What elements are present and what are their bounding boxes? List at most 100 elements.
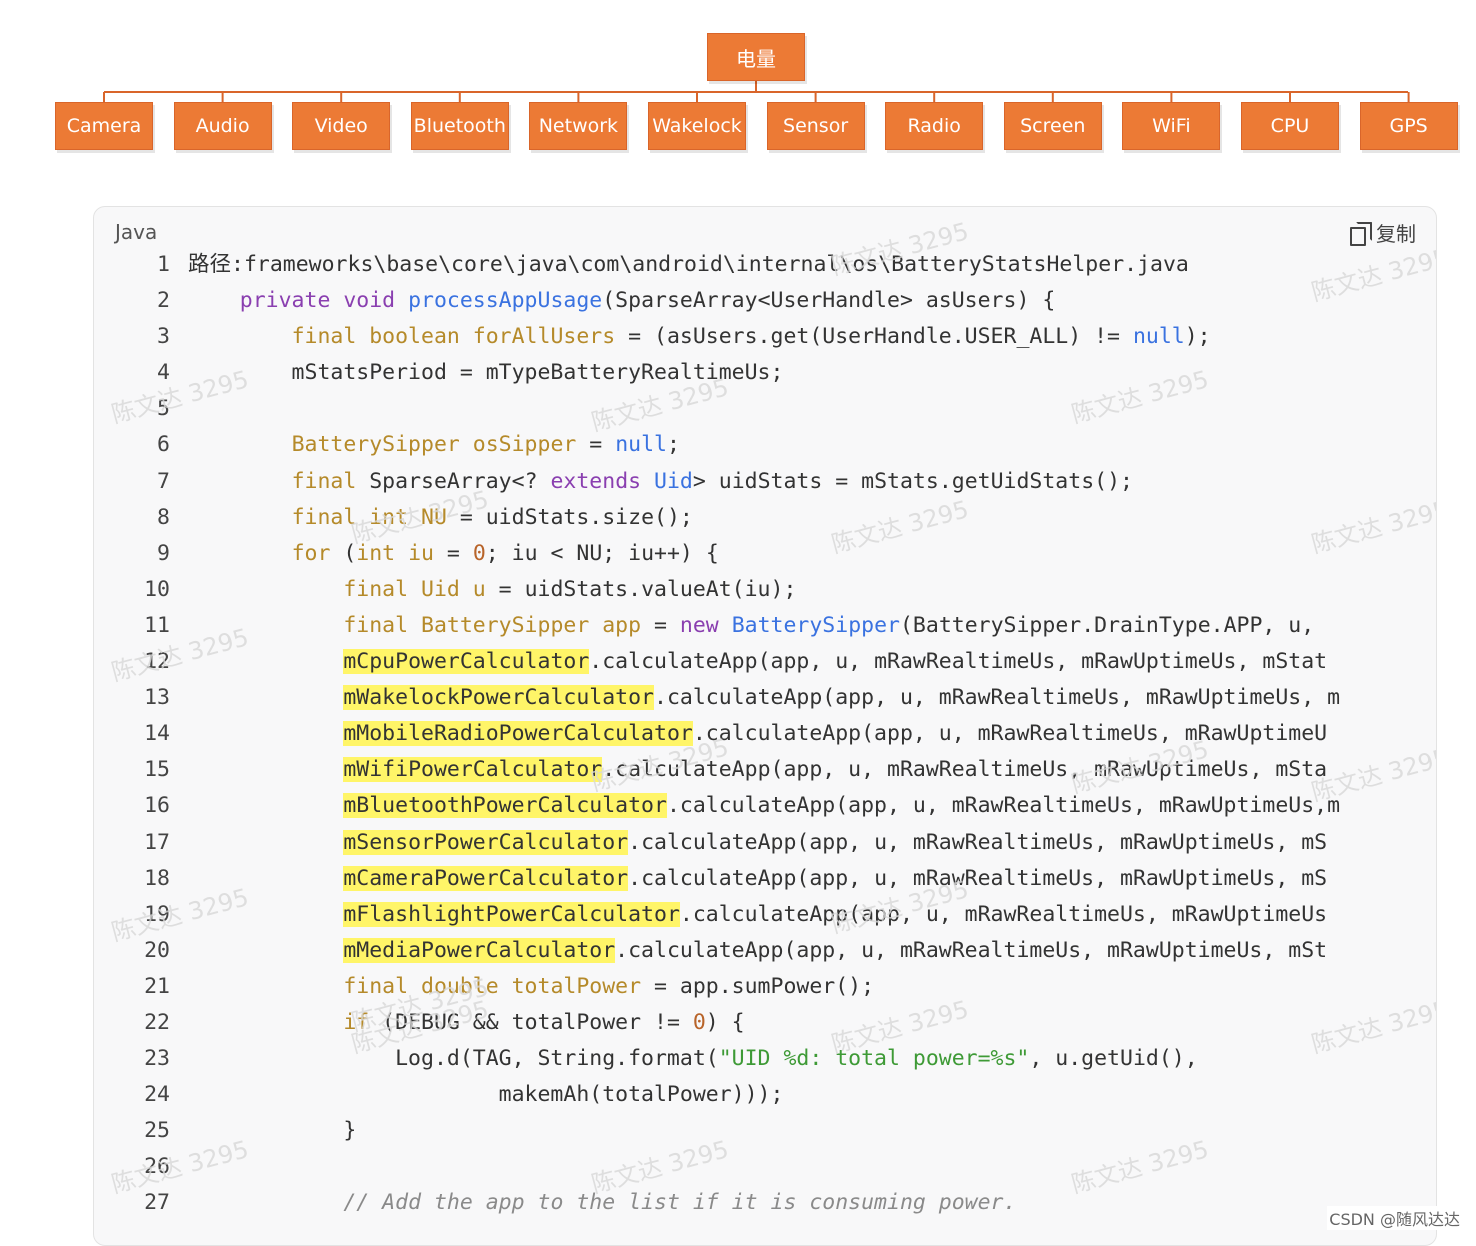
code-token: Uid [654, 468, 693, 494]
diagram-node-video: Video [292, 102, 391, 150]
diagram-node-wifi: WiFi [1122, 102, 1221, 150]
code-token: .calculateApp(app, u, mRawRealtimeUs, mR… [589, 649, 1328, 675]
line-source: mBluetoothPowerCalculator.calculateApp(a… [188, 788, 1406, 824]
line-number: 26 [144, 1154, 170, 1180]
code-token: = uidStats.size(); [446, 504, 693, 530]
line-source: for (int iu = 0; iu < NU; iu++) { [188, 536, 1406, 572]
line-number: 27 [144, 1190, 170, 1216]
line-source: mWifiPowerCalculator.calculateApp(app, u… [188, 752, 1406, 788]
code-token: mWakelockPowerCalculator [343, 685, 655, 711]
code-token: SparseArray<? [356, 468, 551, 494]
code-token: final boolean forAllUsers [291, 324, 616, 350]
line-source: final int NU = uidStats.size(); [188, 500, 1406, 536]
code-token: mFlashlightPowerCalculator [343, 901, 680, 927]
code-token: (SparseArray<UserHandle> asUsers) { [602, 288, 1056, 314]
diagram-node-radio: Radio [885, 102, 984, 150]
line-source: mCpuPowerCalculator.calculateApp(app, u,… [188, 644, 1406, 680]
line-number: 16 [144, 793, 170, 819]
line-number: 8 [157, 504, 170, 530]
code-line: 5 [94, 391, 1406, 427]
code-token: null [615, 432, 667, 458]
code-token: final double totalPower [343, 973, 642, 999]
code-line: 1 路径:frameworks\base\core\java\com\androi… [94, 247, 1406, 283]
line-source: final BatterySipper app = new BatterySip… [188, 608, 1406, 644]
code-token: processAppUsage [408, 288, 603, 314]
code-block: Java 复制 1 路径:frameworks\base\core\java\co… [93, 206, 1437, 1246]
code-token: mStatsPeriod = mTypeBatteryRealtimeUs; [188, 360, 784, 386]
code-token: final [291, 468, 357, 494]
power-category-diagram: 电量 Camera Audio Video Bluetooth Network Wakel… [0, 0, 1476, 180]
code-token: null [1132, 324, 1185, 350]
code-token: Log.d(TAG, String.format( [188, 1046, 719, 1072]
code-line: 16 mBluetoothPowerCalculator.calculateAp… [94, 788, 1406, 824]
code-token: 0 [692, 1009, 706, 1035]
diagram-node-sensor: Sensor [766, 102, 865, 150]
line-source: // Add the app to the list if it is cons… [188, 1185, 1406, 1221]
code-line: 17 mSensorPowerCalculator.calculateApp(a… [94, 825, 1406, 861]
code-token: for [291, 540, 331, 566]
code-token: = [576, 432, 616, 458]
code-token: = [433, 540, 473, 566]
code-token: } [188, 1118, 357, 1144]
code-token: 路径:frameworks\base\core\java\com\android… [188, 252, 1189, 277]
code-line: 11 final BatterySipper app = new Battery… [94, 608, 1406, 644]
code-token: private void [239, 288, 409, 314]
code-token: = [641, 612, 680, 638]
code-token: .calculateApp(app, u, mRawRealtimeUs, mR… [692, 721, 1328, 747]
code-token: .calculateApp(app, u, mRawRealtimeUs, mR… [602, 757, 1328, 783]
diagram-node-bluetooth: Bluetooth [410, 102, 509, 150]
line-source: Log.d(TAG, String.format("UID %d: total … [188, 1041, 1406, 1077]
code-token: .calculateApp(app, u, mRawRealtimeUs, mR… [679, 901, 1328, 927]
code-token: = uidStats.valueAt(iu); [485, 576, 797, 602]
code-line: 27 // Add the app to the list if it is c… [94, 1185, 1406, 1221]
code-token: final BatterySipper app [343, 612, 642, 638]
diagram-node-network: Network [529, 102, 628, 150]
line-source: final boolean forAllUsers = (asUsers.get… [188, 319, 1406, 355]
footer-attribution: CSDN @随风达达 [1327, 1206, 1462, 1230]
code-line: 4 mStatsPeriod = mTypeBatteryRealtimeUs; [94, 355, 1406, 391]
code-token: // Add the app to the list if it is cons… [343, 1190, 1017, 1216]
code-line: 12 mCpuPowerCalculator.calculateApp(app,… [94, 644, 1406, 680]
line-number: 20 [144, 937, 170, 963]
code-lines: 1 路径:frameworks\base\core\java\com\androi… [94, 247, 1406, 1222]
line-source: mMobileRadioPowerCalculator.calculateApp… [188, 716, 1406, 752]
line-number: 14 [144, 721, 170, 747]
code-line: 24 makemAh(totalPower))); [94, 1077, 1406, 1113]
code-token: int iu [356, 540, 434, 566]
copy-button[interactable]: 复制 [1350, 218, 1416, 247]
line-source: makemAh(totalPower))); [188, 1077, 1406, 1113]
line-number: 2 [157, 288, 170, 314]
code-token: .calculateApp(app, u, mRawRealtimeUs, mR… [654, 685, 1341, 711]
line-number: 5 [157, 396, 170, 422]
code-line: 3 final boolean forAllUsers = (asUsers.g… [94, 319, 1406, 355]
line-number: 22 [144, 1009, 170, 1035]
line-number: 17 [144, 829, 170, 855]
code-token: "UID %d: total power=%s" [718, 1046, 1030, 1072]
code-line: 2 private void processAppUsage(SparseArr… [94, 283, 1406, 319]
code-token: new [679, 612, 719, 638]
line-source: mSensorPowerCalculator.calculateApp(app,… [188, 825, 1406, 861]
line-source: mMediaPowerCalculator.calculateApp(app, … [188, 933, 1406, 969]
code-token: extends [550, 468, 642, 494]
diagram-node-camera: Camera [55, 102, 153, 150]
code-token: .calculateApp(app, u, mRawRealtimeUs, mR… [628, 865, 1328, 891]
line-source: final double totalPower = app.sumPower()… [188, 969, 1406, 1005]
code-token: BatterySipper osSipper [291, 432, 577, 458]
line-number: 23 [144, 1046, 170, 1072]
code-token: mCameraPowerCalculator [343, 865, 629, 891]
code-line: 25 } [94, 1113, 1406, 1149]
code-language-label: Java [115, 220, 158, 244]
code-token: mBluetoothPowerCalculator [343, 793, 667, 819]
code-line: 22 if (DEBUG && totalPower != 0) { [94, 1005, 1406, 1041]
code-line: 6 BatterySipper osSipper = null; [94, 427, 1406, 463]
